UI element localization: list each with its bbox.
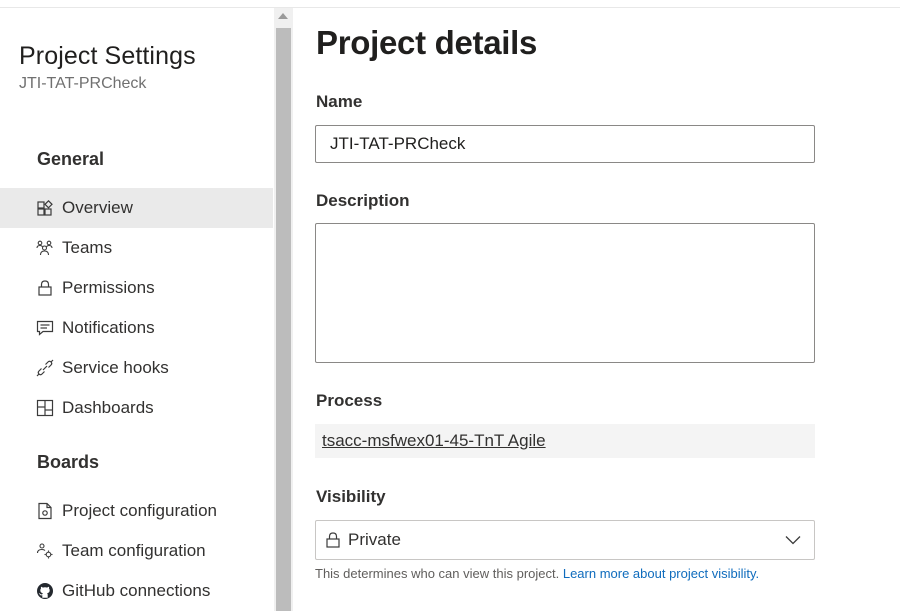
notifications-icon <box>36 319 54 337</box>
process-label: Process <box>316 391 383 410</box>
sidebar-item-label: Dashboards <box>62 398 154 417</box>
scroll-up-arrow-icon[interactable] <box>278 13 288 19</box>
chevron-down-icon <box>784 531 802 549</box>
lock-icon <box>324 531 342 549</box>
visibility-learn-more-link[interactable]: Learn more about project visibility. <box>563 566 759 581</box>
service-hooks-icon <box>36 359 54 377</box>
github-icon <box>36 582 54 600</box>
sidebar-item-project-configuration[interactable]: Project configuration <box>0 491 273 531</box>
sidebar-item-label: Overview <box>62 198 133 217</box>
sidebar-item-dashboards[interactable]: Dashboards <box>0 388 273 428</box>
name-label: Name <box>316 92 363 111</box>
dashboards-icon <box>36 399 54 417</box>
page-title: Project details <box>316 24 538 61</box>
lock-icon <box>36 279 54 297</box>
sidebar-title: Project Settings <box>19 42 196 70</box>
visibility-label: Visibility <box>316 487 386 506</box>
process-link[interactable]: tsacc-msfwex01-45-TnT Agile <box>322 431 546 451</box>
name-input[interactable] <box>315 125 815 163</box>
section-boards-heading: Boards <box>37 452 100 472</box>
visibility-value: Private <box>348 530 401 549</box>
sidebar-item-github-connections[interactable]: GitHub connections <box>0 571 273 611</box>
sidebar-item-notifications[interactable]: Notifications <box>0 308 273 348</box>
settings-sidebar: Project Settings JTI-TAT-PRCheck General… <box>0 8 274 611</box>
team-configuration-icon <box>36 542 54 560</box>
sidebar-item-label: Team configuration <box>62 541 206 560</box>
description-label: Description <box>316 191 410 210</box>
sidebar-item-service-hooks[interactable]: Service hooks <box>0 348 273 388</box>
sidebar-scrollbar[interactable] <box>274 8 293 611</box>
project-configuration-icon <box>36 502 54 520</box>
main-content: Project details Name Description Process… <box>293 8 900 611</box>
sidebar-item-label: Project configuration <box>62 501 217 520</box>
sidebar-item-label: Service hooks <box>62 358 169 377</box>
description-textarea[interactable] <box>315 223 815 363</box>
sidebar-item-label: GitHub connections <box>62 581 211 600</box>
sidebar-item-label: Teams <box>62 238 113 257</box>
sidebar-item-team-configuration[interactable]: Team configuration <box>0 531 273 571</box>
section-general-heading: General <box>37 149 105 169</box>
sidebar-item-overview[interactable]: Overview <box>0 188 273 228</box>
sidebar-item-label: Notifications <box>62 318 155 337</box>
sidebar-item-permissions[interactable]: Permissions <box>0 268 273 308</box>
sidebar-project-name: JTI-TAT-PRCheck <box>19 75 147 92</box>
teams-icon <box>36 239 54 257</box>
overview-icon <box>36 199 54 217</box>
sidebar-item-teams[interactable]: Teams <box>0 228 273 268</box>
visibility-dropdown[interactable]: Private <box>315 520 815 560</box>
visibility-help: This determines who can view this projec… <box>315 566 759 581</box>
sidebar-item-label: Permissions <box>62 278 155 297</box>
visibility-help-text: This determines who can view this projec… <box>315 566 560 581</box>
process-field: tsacc-msfwex01-45-TnT Agile <box>315 424 815 458</box>
scroll-thumb[interactable] <box>276 28 291 611</box>
